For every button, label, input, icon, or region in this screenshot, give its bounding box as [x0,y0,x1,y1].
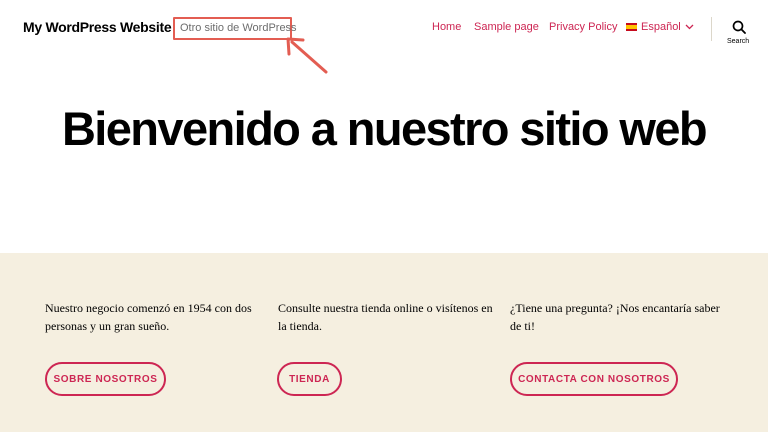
column-text-about: Nuestro negocio comenzó en 1954 con dos … [45,301,252,333]
language-switcher[interactable]: Español [626,21,694,33]
nav-item-privacy-policy[interactable]: Privacy Policy [549,21,617,33]
nav-item-sample-page[interactable]: Sample page [474,21,539,33]
page-title: Bienvenido a nuestro sitio web [61,102,708,155]
search-label: Search [727,38,750,45]
site-tagline: Otro sitio de WordPress [180,22,297,34]
site-header: My WordPress Website Otro sitio de WordP… [0,0,768,74]
shop-button[interactable]: Tienda [277,362,342,396]
nav-item-home[interactable]: Home [432,21,461,33]
spain-flag-icon [626,23,637,31]
search-icon [732,20,746,34]
chevron-down-icon [685,24,694,30]
column-text-shop: Consulte nuestra tienda online o visíten… [278,301,493,333]
arrow-icon [286,37,328,74]
site-title[interactable]: My WordPress Website [23,19,172,35]
column-text-contact: ¿Tiene una pregunta? ¡Nos encantaría sab… [510,301,720,333]
contact-us-button[interactable]: Contacta con nosotros [510,362,678,396]
about-us-button[interactable]: Sobre nosotros [45,362,166,396]
content-band [0,253,768,432]
language-label: Español [641,21,681,33]
header-divider [711,17,712,41]
